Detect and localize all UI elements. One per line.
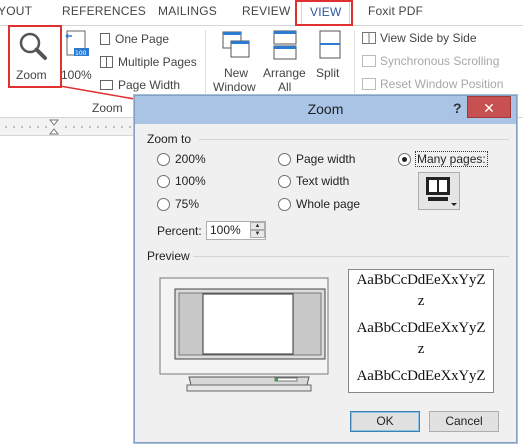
- radio-200[interactable]: 200%: [157, 152, 206, 166]
- zoom-to-divider: [199, 139, 509, 140]
- horizontal-ruler[interactable]: [0, 118, 135, 136]
- percent-label: Percent:: [157, 224, 202, 238]
- monitor-preview: [159, 277, 329, 392]
- magnifier-icon: [19, 32, 47, 60]
- new-window-label-1: New: [224, 66, 249, 80]
- split-icon: [319, 30, 341, 59]
- tab-mailings[interactable]: MAILINGS: [158, 4, 217, 18]
- arrange-all-icon: [273, 30, 297, 60]
- new-window-label-2: Window: [213, 80, 256, 94]
- one-page-icon: [100, 33, 110, 45]
- many-pages-picker-button[interactable]: [418, 172, 460, 210]
- reset-window-position-button[interactable]: Reset Window Position: [362, 77, 503, 91]
- one-page-label: One Page: [115, 32, 170, 46]
- radio-many-pages[interactable]: Many pages:: [398, 151, 488, 167]
- radio-100[interactable]: 100%: [157, 174, 206, 188]
- radio-whole-page-label: Whole page: [296, 197, 361, 211]
- sample-line: z: [417, 341, 425, 357]
- help-button[interactable]: ?: [453, 100, 462, 116]
- hundred-percent-icon: 100: [65, 30, 89, 57]
- tab-review[interactable]: REVIEW: [242, 4, 291, 18]
- reset-window-position-label: Reset Window Position: [380, 77, 504, 91]
- reset-window-icon: [362, 78, 376, 90]
- page-width-icon: [100, 80, 113, 90]
- cancel-button[interactable]: Cancel: [429, 411, 499, 432]
- hundred-percent-label: 100%: [61, 68, 92, 82]
- radio-dot: [278, 174, 291, 188]
- one-page-button[interactable]: One Page: [100, 32, 169, 46]
- radio-75-label: 75%: [175, 197, 200, 211]
- sample-line: AaBbCcDdEeXxYyZ: [356, 368, 486, 384]
- multiple-pages-button[interactable]: Multiple Pages: [100, 55, 197, 69]
- multiple-pages-icon: [100, 56, 113, 68]
- cancel-label: Cancel: [445, 414, 483, 428]
- radio-dot: [278, 197, 291, 211]
- radio-dot: [278, 152, 291, 166]
- radio-text-width-label: Text width: [296, 174, 350, 188]
- ribbon-tab-bar: YOUT REFERENCES MAILINGS REVIEW VIEW Fox…: [0, 0, 523, 26]
- zoom-button[interactable]: Zoom: [10, 28, 58, 86]
- zoom-to-label: Zoom to: [147, 132, 192, 146]
- preview-sample-text: AaBbCcDdEeXxYyZ z AaBbCcDdEeXxYyZ z AaBb…: [348, 269, 494, 393]
- page-width-label: Page Width: [118, 78, 181, 92]
- radio-text-width[interactable]: Text width: [278, 174, 349, 188]
- spin-up-icon[interactable]: ▲: [250, 222, 265, 230]
- radio-75[interactable]: 75%: [157, 197, 199, 211]
- multiple-pages-label: Multiple Pages: [118, 55, 197, 69]
- close-icon: ✕: [483, 100, 495, 116]
- zoom-button-label: Zoom: [16, 68, 47, 82]
- hundred-percent-button[interactable]: 100 100%: [60, 30, 94, 86]
- monitor-pages-icon: [426, 177, 457, 206]
- arrange-label: Arrange: [263, 66, 306, 80]
- radio-page-width[interactable]: Page width: [278, 152, 355, 166]
- sample-line: z: [417, 293, 425, 309]
- view-side-by-side-button[interactable]: View Side by Side: [362, 31, 477, 45]
- percent-value: 100%: [210, 223, 241, 237]
- zoom-dialog: Zoom ? ✕ Zoom to 200% 100% 75% Page widt…: [134, 95, 517, 443]
- ok-label: OK: [376, 414, 394, 428]
- page-width-button[interactable]: Page Width: [100, 78, 180, 92]
- radio-100-label: 100%: [175, 174, 206, 188]
- arrange-all-button[interactable]: Arrange All: [262, 30, 308, 94]
- split-label: Split: [316, 66, 340, 80]
- tab-foxit-pdf[interactable]: Foxit PDF: [368, 4, 423, 18]
- svg-text:100: 100: [75, 50, 87, 57]
- synchronous-scrolling-label: Synchronous Scrolling: [380, 54, 500, 68]
- zoom-group-label: Zoom: [92, 101, 123, 115]
- radio-200-label: 200%: [175, 152, 206, 166]
- arrange-all-label: All: [278, 80, 292, 94]
- radio-dot: [157, 174, 170, 188]
- spin-down-icon[interactable]: ▼: [250, 230, 265, 238]
- sync-scrolling-icon: [362, 55, 376, 67]
- tab-view[interactable]: VIEW: [301, 0, 351, 26]
- sample-line: AaBbCcDdEeXxYyZ: [356, 272, 486, 288]
- new-window-button[interactable]: New Window: [212, 30, 260, 94]
- new-window-icon: [222, 31, 250, 58]
- preview-divider: [193, 256, 509, 257]
- sample-line: AaBbCcDdEeXxYyZ: [356, 320, 486, 336]
- radio-whole-page[interactable]: Whole page: [278, 197, 360, 211]
- side-by-side-icon: [362, 32, 376, 44]
- split-button[interactable]: Split: [312, 30, 348, 86]
- preview-label: Preview: [147, 249, 190, 263]
- ok-button[interactable]: OK: [350, 411, 420, 432]
- tab-layout[interactable]: YOUT: [0, 4, 32, 18]
- radio-many-pages-label: Many pages:: [415, 151, 488, 167]
- radio-dot-checked: [398, 152, 411, 166]
- tab-references[interactable]: REFERENCES: [62, 4, 146, 18]
- dialog-title-bar[interactable]: Zoom ? ✕: [135, 96, 516, 124]
- close-button[interactable]: ✕: [467, 96, 511, 118]
- radio-dot: [157, 197, 170, 211]
- view-side-by-side-label: View Side by Side: [380, 31, 477, 45]
- synchronous-scrolling-button[interactable]: Synchronous Scrolling: [362, 54, 499, 68]
- radio-dot: [157, 152, 170, 166]
- radio-page-width-label: Page width: [296, 152, 356, 166]
- ruler-ticks: [5, 119, 131, 135]
- percent-spinner[interactable]: ▲ ▼: [250, 222, 265, 239]
